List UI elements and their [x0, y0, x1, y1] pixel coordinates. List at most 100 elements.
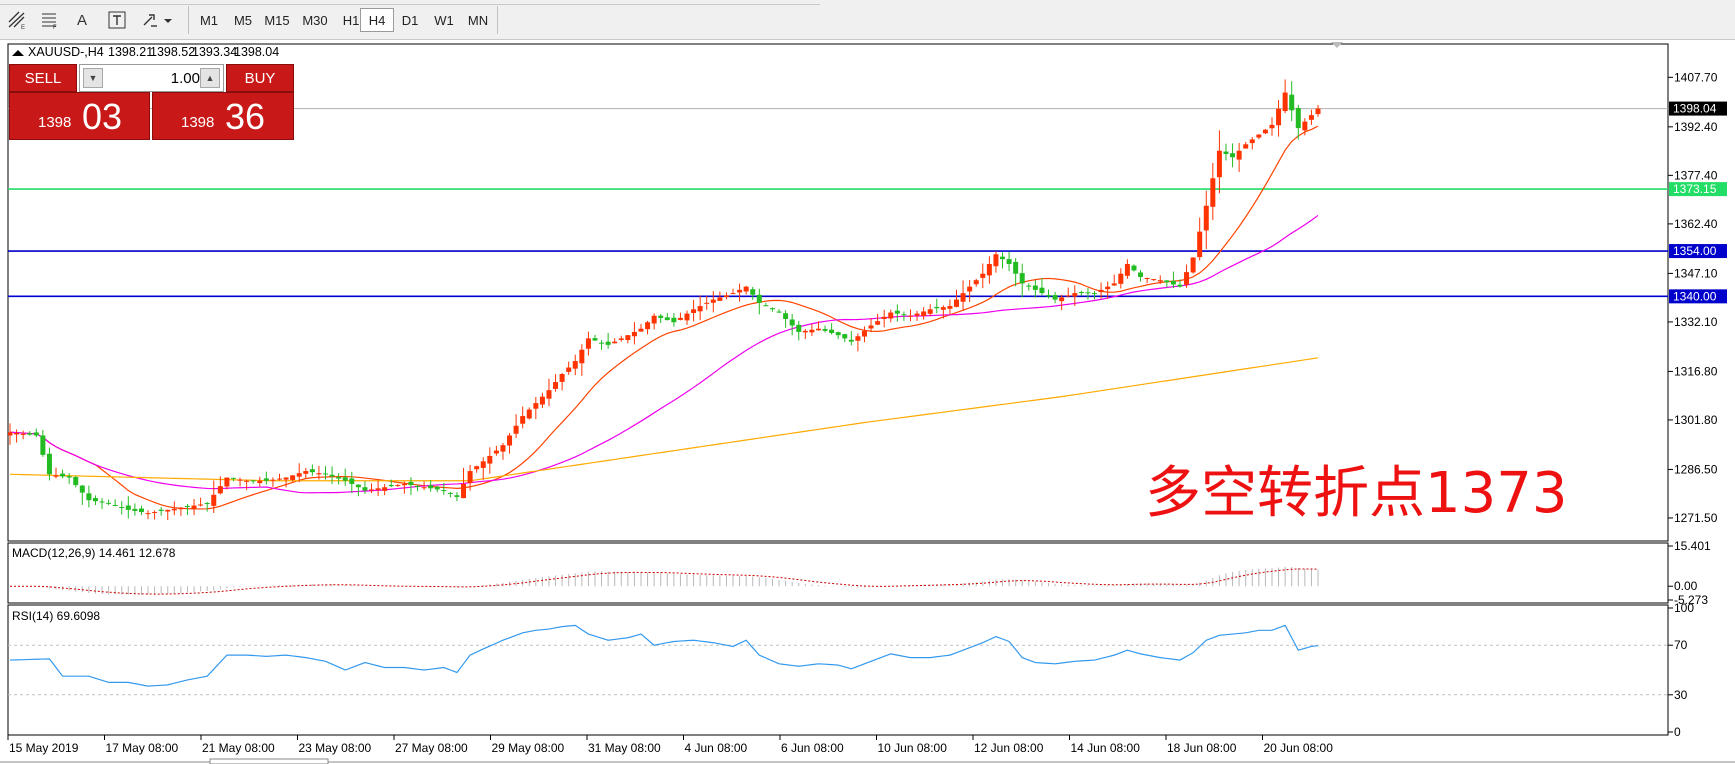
price-tick-label: 1316.80: [1674, 364, 1718, 378]
fibonacci-icon[interactable]: F: [36, 8, 62, 32]
candle-body: [1019, 273, 1025, 284]
text-icon[interactable]: A: [70, 8, 94, 32]
candle-body: [927, 309, 933, 314]
macd-tick-label: 0.00: [1674, 579, 1698, 593]
candle-body: [1065, 295, 1071, 297]
candle-body: [973, 280, 979, 285]
chart-header-close: 1398.04: [234, 45, 279, 59]
arrows-icon[interactable]: [140, 8, 176, 32]
candle-body: [487, 455, 493, 464]
lot-increase-icon[interactable]: ▲: [200, 68, 220, 88]
timeframe-d1-button[interactable]: D1: [393, 8, 427, 32]
level-price-label: 1373.15: [1673, 182, 1717, 196]
candle-body: [723, 295, 729, 298]
candle-body: [467, 471, 473, 484]
candle-body: [1262, 129, 1268, 134]
date-tick-label: 29 May 08:00: [492, 741, 565, 755]
candle-body: [566, 367, 572, 372]
candle-body: [217, 486, 223, 494]
timeframe-m30-button[interactable]: M30: [296, 8, 334, 32]
price-tick-label: 1407.70: [1674, 70, 1718, 84]
candle-body: [1006, 259, 1012, 264]
candle-body: [763, 305, 769, 307]
svg-text:F: F: [53, 25, 57, 30]
candle-body: [901, 314, 907, 316]
candle-body: [60, 473, 66, 477]
price-tick-label: 1301.80: [1674, 413, 1718, 427]
candle-body: [454, 495, 460, 497]
candle-body: [1111, 283, 1117, 286]
date-tick-label: 14 Jun 08:00: [1071, 741, 1141, 755]
candle-body: [802, 330, 808, 333]
level-price-label: 1340.00: [1673, 289, 1717, 303]
candle-body: [493, 450, 499, 454]
candle-body: [835, 332, 841, 336]
candle-body: [434, 486, 440, 490]
candle-body: [224, 477, 230, 487]
candle-body: [572, 361, 578, 369]
candle-body: [428, 485, 434, 489]
candle-body: [8, 432, 13, 436]
candle-body: [46, 453, 52, 475]
candle-body: [132, 508, 138, 511]
candle-body: [119, 507, 125, 509]
timeframe-m15-button[interactable]: M15: [258, 8, 296, 32]
candle-body: [980, 273, 986, 278]
timeframe-w1-button[interactable]: W1: [427, 8, 461, 32]
candle-body: [638, 328, 644, 332]
candle-body: [1013, 261, 1019, 274]
buy-price-button[interactable]: 1398 36: [152, 92, 294, 140]
lot-decrease-icon[interactable]: ▼: [83, 68, 103, 88]
candle-body: [1124, 264, 1130, 276]
candle-body: [66, 476, 72, 478]
candle-body: [198, 504, 204, 506]
candle-body: [1157, 280, 1163, 282]
timeframe-m1-button[interactable]: M1: [192, 8, 226, 32]
candle-body: [1144, 278, 1150, 280]
text-label-icon[interactable]: [104, 8, 130, 32]
candle-body: [539, 396, 545, 405]
candle-body: [263, 478, 269, 481]
candle-body: [743, 286, 749, 292]
timeframe-m5-button[interactable]: M5: [226, 8, 260, 32]
lot-size-input[interactable]: [108, 67, 200, 89]
candle-body: [888, 312, 894, 319]
sell-price-button[interactable]: 1398 03: [9, 92, 150, 140]
timeframe-mn-button[interactable]: MN: [461, 8, 495, 32]
candle-body: [875, 321, 881, 325]
candle-body: [290, 475, 296, 480]
one-click-trading-panel: SELL ▼ ▲ BUY 1398 03 1398 36: [9, 64, 294, 140]
sell-price-small: 1398: [38, 114, 72, 131]
sell-button[interactable]: SELL: [9, 64, 77, 92]
date-tick-label: 10 Jun 08:00: [878, 741, 948, 755]
candle-body: [553, 382, 559, 389]
candle-body: [710, 299, 716, 303]
candle-body: [1151, 279, 1157, 281]
rsi-tick-label: 30: [1674, 688, 1688, 702]
candle-body: [533, 403, 539, 409]
chart-header-open: 1398.21: [108, 45, 153, 59]
candle-body: [776, 311, 782, 313]
candle-body: [1105, 286, 1111, 290]
candle-body: [1315, 108, 1321, 115]
candle-body: [191, 505, 197, 509]
candle-body: [1026, 285, 1032, 287]
candle-body: [1032, 285, 1038, 290]
price-chart[interactable]: XAUUSD-,H4 1398.21 1398.52 1393.34 1398.…: [0, 40, 1735, 764]
chart-tab[interactable]: [209, 758, 329, 764]
candle-body: [106, 502, 112, 504]
candle-body: [257, 480, 263, 484]
line-studies-icon[interactable]: E: [4, 8, 30, 32]
price-tick-label: 1377.40: [1674, 168, 1718, 182]
timeframe-h4-button[interactable]: H4: [360, 8, 394, 32]
candle-body: [309, 469, 315, 473]
candle-body: [1190, 257, 1196, 273]
candle-body: [1203, 205, 1209, 231]
candle-body: [20, 433, 26, 435]
candle-body: [585, 338, 591, 349]
candle-body: [1269, 124, 1275, 129]
candle-body: [717, 297, 723, 301]
buy-price-big: 36: [225, 96, 266, 137]
candle-body: [1249, 139, 1255, 144]
buy-button[interactable]: BUY: [226, 64, 294, 92]
